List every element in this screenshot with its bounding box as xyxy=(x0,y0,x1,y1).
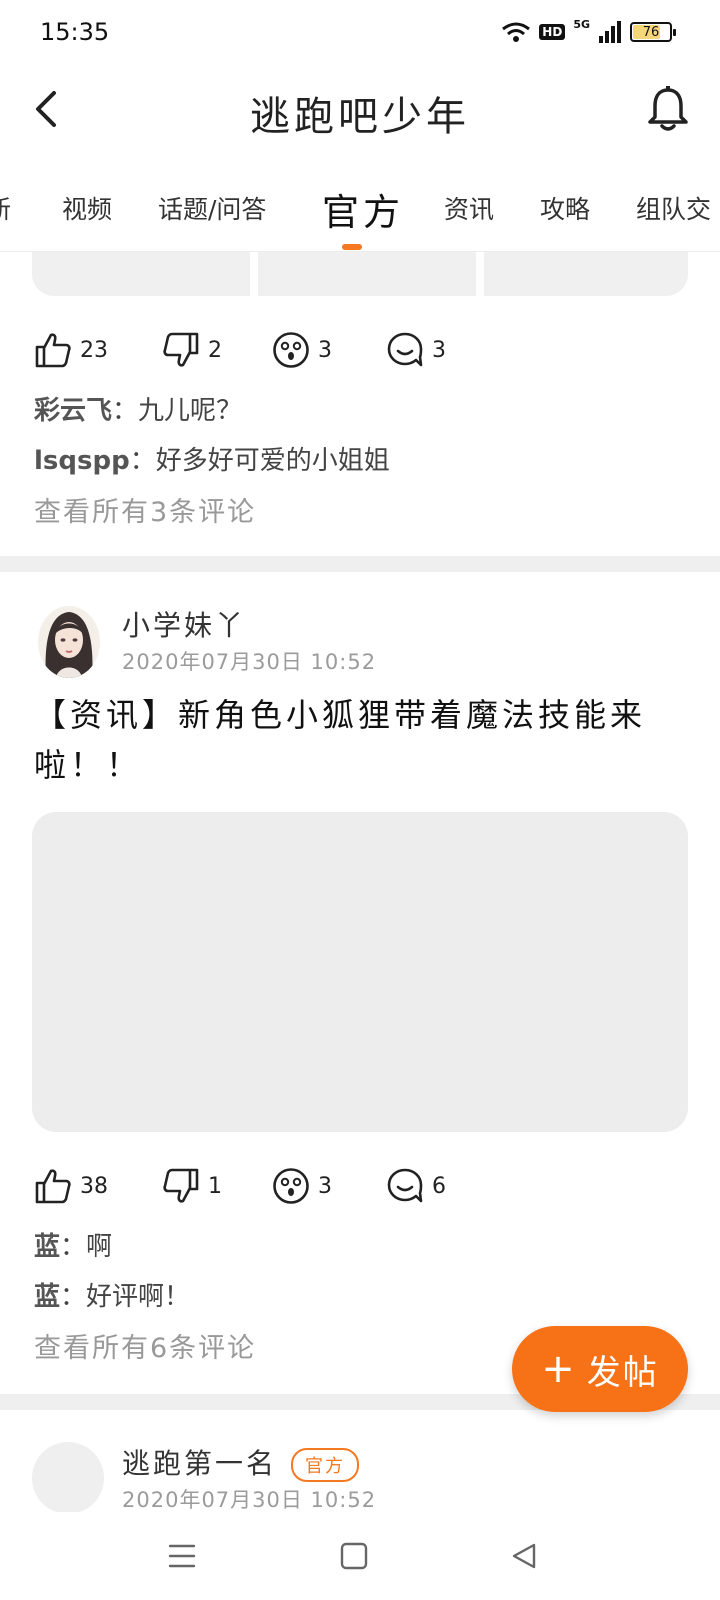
thumbs-up-icon xyxy=(35,333,71,368)
comment-item[interactable]: 彩云飞：九儿呢？ xyxy=(34,390,242,427)
thumbs-down-icon xyxy=(163,332,199,367)
battery-icon: 76 xyxy=(630,22,676,42)
status-bar: 15:35 HD 5G 76 xyxy=(0,0,720,64)
wifi-icon xyxy=(502,22,531,42)
bell-icon xyxy=(648,86,688,131)
square-icon xyxy=(340,1542,368,1570)
tab-topics[interactable]: 话题/问答 xyxy=(158,190,266,226)
view-all-comments-link[interactable]: 查看所有6条评论 xyxy=(34,1326,256,1365)
comment-text: 好评啊！ xyxy=(86,1282,191,1312)
surprised-face-icon xyxy=(273,332,309,368)
comment-separator: ： xyxy=(129,446,156,476)
tab-team[interactable]: 组队交 xyxy=(636,190,711,226)
tab-bar: 新 视频 话题/问答 官方 资讯 攻略 组队交 xyxy=(0,168,720,252)
view-all-comments-link[interactable]: 查看所有3条评论 xyxy=(34,490,256,529)
network-label: 5G xyxy=(573,18,590,31)
comment-separator: ： xyxy=(60,1282,87,1312)
tab-indicator xyxy=(342,244,362,250)
new-post-label: 发帖 xyxy=(586,1352,659,1393)
comment-author: 彩云飞 xyxy=(34,396,113,426)
tab-guides[interactable]: 攻略 xyxy=(540,190,590,226)
comment-separator: ： xyxy=(112,396,139,426)
author-name[interactable]: 小学妹丫 xyxy=(122,604,246,644)
surprised-count: 3 xyxy=(318,1173,332,1199)
comment-count: 6 xyxy=(432,1173,446,1199)
comment-bubble-icon xyxy=(387,1168,423,1203)
dislike-count: 2 xyxy=(208,337,222,363)
tab-official[interactable]: 官方 xyxy=(322,182,404,236)
tab-video[interactable]: 视频 xyxy=(62,190,112,226)
surprised-button[interactable]: 3 xyxy=(272,330,332,370)
triangle-back-icon xyxy=(512,1543,536,1569)
dislike-button[interactable]: 2 xyxy=(162,330,222,370)
page-title: 逃跑吧少年 xyxy=(250,94,470,140)
dislike-count: 1 xyxy=(208,1173,222,1199)
post-divider xyxy=(0,556,720,572)
comment-button[interactable]: 3 xyxy=(386,330,446,370)
post-date: 2020年07月30日 10:52 xyxy=(122,1488,377,1512)
surprised-button[interactable]: 3 xyxy=(272,1166,332,1206)
comment-count: 3 xyxy=(432,337,446,363)
comment-text: 九儿呢？ xyxy=(138,396,243,426)
comment-text: 好多好可爱的小姐姐 xyxy=(155,446,390,476)
system-nav-bar xyxy=(0,1512,720,1600)
menu-icon xyxy=(168,1544,196,1568)
battery-level: 76 xyxy=(642,24,660,40)
surprised-count: 3 xyxy=(318,337,332,363)
avatar[interactable] xyxy=(38,606,100,678)
author-name[interactable]: 逃跑第一名 xyxy=(122,1447,277,1480)
official-badge: 官方 xyxy=(291,1448,360,1482)
post-actions: 38 1 3 6 xyxy=(34,1166,494,1206)
post-image-thumb[interactable] xyxy=(484,252,688,296)
post-title[interactable]: 【资讯】新角色小狐狸带着魔法技能来啦！！ xyxy=(34,690,674,790)
status-time: 15:35 xyxy=(40,18,110,46)
comment-author: 蓝 xyxy=(34,1282,61,1312)
notification-button[interactable] xyxy=(646,86,690,134)
comment-button[interactable]: 6 xyxy=(386,1166,446,1206)
tab-news[interactable]: 资讯 xyxy=(444,190,494,226)
post-actions: 23 2 3 3 xyxy=(34,330,494,370)
nav-home-button[interactable] xyxy=(332,1534,376,1578)
nav-back-button[interactable] xyxy=(502,1534,546,1578)
post-image[interactable] xyxy=(32,812,688,1132)
like-button[interactable]: 38 xyxy=(34,1166,108,1206)
app-header: 逃跑吧少年 xyxy=(0,64,720,156)
surprised-face-icon xyxy=(273,1168,309,1204)
nav-menu-button[interactable] xyxy=(160,1534,204,1578)
dislike-button[interactable]: 1 xyxy=(162,1166,222,1206)
hd-badge: HD xyxy=(539,24,566,40)
thumbs-down-icon xyxy=(163,1168,199,1203)
comment-item[interactable]: 蓝：啊 xyxy=(34,1226,112,1263)
like-count: 38 xyxy=(80,1173,108,1199)
comment-text: 啊 xyxy=(86,1232,113,1262)
comment-author: 蓝 xyxy=(34,1232,61,1262)
post-image-thumb[interactable] xyxy=(32,252,250,296)
comment-item[interactable]: 蓝：好评啊！ xyxy=(34,1276,190,1313)
comment-bubble-icon xyxy=(387,332,423,367)
post-image-thumb[interactable] xyxy=(258,252,476,296)
tab-new[interactable]: 新 xyxy=(0,190,11,226)
signal-icon xyxy=(599,21,621,43)
avatar[interactable] xyxy=(32,1442,104,1514)
author-row: 逃跑第一名 官方 xyxy=(122,1442,360,1482)
status-icons: HD 5G 76 xyxy=(501,18,676,46)
new-post-button[interactable]: + 发帖 xyxy=(512,1326,688,1412)
thumbs-up-icon xyxy=(35,1169,71,1204)
post-date: 2020年07月30日 10:52 xyxy=(122,650,377,674)
plus-icon: + xyxy=(541,1346,577,1392)
comment-author: lsqspp xyxy=(34,446,130,476)
like-button[interactable]: 23 xyxy=(34,330,108,370)
like-count: 23 xyxy=(80,337,108,363)
avatar-portrait-icon xyxy=(38,606,100,678)
comment-separator: ： xyxy=(60,1232,87,1262)
comment-item[interactable]: lsqspp：好多好可爱的小姐姐 xyxy=(34,440,390,477)
